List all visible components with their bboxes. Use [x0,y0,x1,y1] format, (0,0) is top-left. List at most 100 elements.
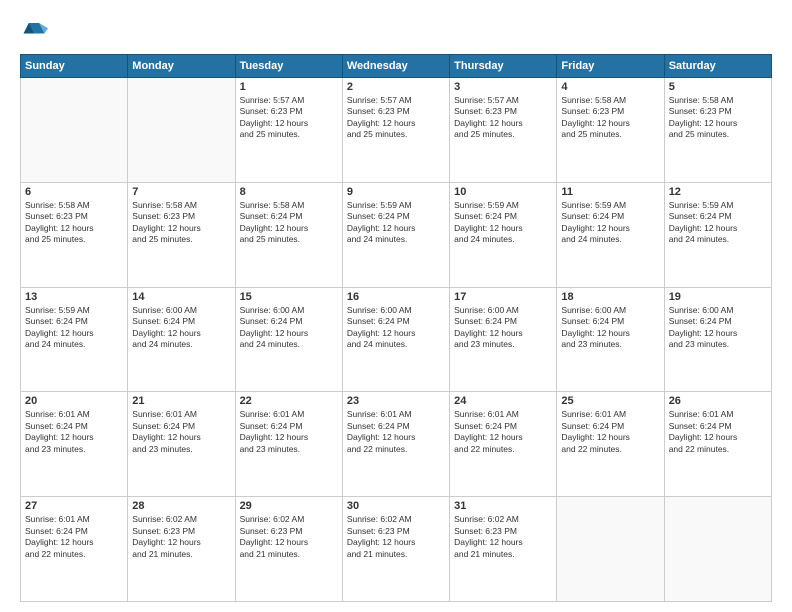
calendar-cell [557,497,664,602]
day-info: Sunrise: 6:00 AM Sunset: 6:24 PM Dayligh… [240,305,338,351]
day-info: Sunrise: 6:02 AM Sunset: 6:23 PM Dayligh… [454,514,552,560]
calendar-cell: 23 Sunrise: 6:01 AM Sunset: 6:24 PM Dayli… [342,392,449,497]
day-info: Sunrise: 6:00 AM Sunset: 6:24 PM Dayligh… [132,305,230,351]
calendar-cell: 18Sunrise: 6:00 AM Sunset: 6:24 PM Dayli… [557,287,664,392]
day-info: Sunrise: 6:01 AM Sunset: 6:24 PM Dayligh… [25,514,123,560]
day-number: 24 [454,395,552,407]
day-info: Sunrise: 6:00 AM Sunset: 6:24 PM Dayligh… [561,305,659,351]
calendar-cell: 1 Sunrise: 5:57 AM Sunset: 6:23 PM Daylig… [235,78,342,183]
weekday-header: Sunday [21,55,128,78]
day-number: 10 [454,186,552,198]
day-number: 4 [561,81,659,93]
logo-icon [20,16,48,44]
day-info: Sunrise: 6:00 AM Sunset: 6:24 PM Dayligh… [454,305,552,351]
day-number: 30 [347,500,445,512]
day-number: 29 [240,500,338,512]
day-number: 22 [240,395,338,407]
day-number: 8 [240,186,338,198]
day-info: Sunrise: 6:02 AM Sunset: 6:23 PM Dayligh… [240,514,338,560]
logo [20,16,52,44]
calendar-cell: 22 Sunrise: 6:01 AM Sunset: 6:24 PM Dayli… [235,392,342,497]
weekday-header: Thursday [450,55,557,78]
day-info: Sunrise: 6:01 AM Sunset: 6:24 PM Dayligh… [132,409,230,455]
day-number: 7 [132,186,230,198]
day-number: 31 [454,500,552,512]
day-number: 16 [347,291,445,303]
day-info: Sunrise: 6:01 AM Sunset: 6:24 PM Dayligh… [347,409,445,455]
day-info: Sunrise: 6:02 AM Sunset: 6:23 PM Dayligh… [347,514,445,560]
calendar-cell: 24 Sunrise: 6:01 AM Sunset: 6:24 PM Dayli… [450,392,557,497]
day-info: Sunrise: 5:58 AM Sunset: 6:23 PM Dayligh… [132,200,230,246]
calendar-cell: 2Sunrise: 5:57 AM Sunset: 6:23 PM Daylig… [342,78,449,183]
calendar-cell: 31 Sunrise: 6:02 AM Sunset: 6:23 PM Dayli… [450,497,557,602]
calendar-week-row: 20 Sunrise: 6:01 AM Sunset: 6:24 PM Dayli… [21,392,772,497]
day-info: Sunrise: 5:57 AM Sunset: 6:23 PM Dayligh… [240,95,338,141]
day-number: 2 [347,81,445,93]
calendar-cell: 21Sunrise: 6:01 AM Sunset: 6:24 PM Dayli… [128,392,235,497]
calendar-cell: 6 Sunrise: 5:58 AM Sunset: 6:23 PM Daylig… [21,182,128,287]
day-info: Sunrise: 6:01 AM Sunset: 6:24 PM Dayligh… [561,409,659,455]
weekday-header: Saturday [664,55,771,78]
calendar-cell: 9 Sunrise: 5:59 AM Sunset: 6:24 PM Daylig… [342,182,449,287]
day-info: Sunrise: 5:57 AM Sunset: 6:23 PM Dayligh… [454,95,552,141]
day-info: Sunrise: 6:00 AM Sunset: 6:24 PM Dayligh… [347,305,445,351]
calendar-week-row: 27 Sunrise: 6:01 AM Sunset: 6:24 PM Dayli… [21,497,772,602]
calendar-cell: 27 Sunrise: 6:01 AM Sunset: 6:24 PM Dayli… [21,497,128,602]
day-number: 15 [240,291,338,303]
calendar-table: SundayMondayTuesdayWednesdayThursdayFrid… [20,54,772,602]
day-info: Sunrise: 5:59 AM Sunset: 6:24 PM Dayligh… [561,200,659,246]
day-number: 13 [25,291,123,303]
calendar-cell: 11 Sunrise: 5:59 AM Sunset: 6:24 PM Dayli… [557,182,664,287]
calendar-cell: 16 Sunrise: 6:00 AM Sunset: 6:24 PM Dayli… [342,287,449,392]
day-info: Sunrise: 5:58 AM Sunset: 6:23 PM Dayligh… [561,95,659,141]
day-number: 5 [669,81,767,93]
weekday-header: Friday [557,55,664,78]
calendar-cell: 12Sunrise: 5:59 AM Sunset: 6:24 PM Dayli… [664,182,771,287]
day-info: Sunrise: 5:58 AM Sunset: 6:23 PM Dayligh… [25,200,123,246]
calendar-week-row: 6 Sunrise: 5:58 AM Sunset: 6:23 PM Daylig… [21,182,772,287]
day-number: 20 [25,395,123,407]
day-info: Sunrise: 6:01 AM Sunset: 6:24 PM Dayligh… [240,409,338,455]
day-info: Sunrise: 5:59 AM Sunset: 6:24 PM Dayligh… [669,200,767,246]
calendar-cell: 25Sunrise: 6:01 AM Sunset: 6:24 PM Dayli… [557,392,664,497]
day-number: 3 [454,81,552,93]
calendar-header-row: SundayMondayTuesdayWednesdayThursdayFrid… [21,55,772,78]
calendar-week-row: 1 Sunrise: 5:57 AM Sunset: 6:23 PM Daylig… [21,78,772,183]
day-number: 23 [347,395,445,407]
day-number: 26 [669,395,767,407]
day-info: Sunrise: 6:02 AM Sunset: 6:23 PM Dayligh… [132,514,230,560]
page-header [20,16,772,44]
calendar-cell: 28 Sunrise: 6:02 AM Sunset: 6:23 PM Dayli… [128,497,235,602]
calendar-cell: 5 Sunrise: 5:58 AM Sunset: 6:23 PM Daylig… [664,78,771,183]
day-info: Sunrise: 6:01 AM Sunset: 6:24 PM Dayligh… [454,409,552,455]
calendar-cell: 4 Sunrise: 5:58 AM Sunset: 6:23 PM Daylig… [557,78,664,183]
day-number: 9 [347,186,445,198]
day-info: Sunrise: 5:58 AM Sunset: 6:24 PM Dayligh… [240,200,338,246]
day-info: Sunrise: 5:59 AM Sunset: 6:24 PM Dayligh… [347,200,445,246]
day-number: 6 [25,186,123,198]
calendar-week-row: 13 Sunrise: 5:59 AM Sunset: 6:24 PM Dayli… [21,287,772,392]
calendar-cell: 26 Sunrise: 6:01 AM Sunset: 6:24 PM Dayli… [664,392,771,497]
calendar-cell: 30 Sunrise: 6:02 AM Sunset: 6:23 PM Dayli… [342,497,449,602]
weekday-header: Monday [128,55,235,78]
calendar-cell [664,497,771,602]
day-info: Sunrise: 6:01 AM Sunset: 6:24 PM Dayligh… [25,409,123,455]
day-info: Sunrise: 6:01 AM Sunset: 6:24 PM Dayligh… [669,409,767,455]
weekday-header: Tuesday [235,55,342,78]
day-number: 1 [240,81,338,93]
calendar-cell: 10Sunrise: 5:59 AM Sunset: 6:24 PM Dayli… [450,182,557,287]
day-number: 19 [669,291,767,303]
day-info: Sunrise: 5:58 AM Sunset: 6:23 PM Dayligh… [669,95,767,141]
calendar-cell [21,78,128,183]
day-number: 11 [561,186,659,198]
calendar-cell: 20 Sunrise: 6:01 AM Sunset: 6:24 PM Dayli… [21,392,128,497]
calendar-cell: 14Sunrise: 6:00 AM Sunset: 6:24 PM Dayli… [128,287,235,392]
calendar-cell: 7 Sunrise: 5:58 AM Sunset: 6:23 PM Daylig… [128,182,235,287]
day-info: Sunrise: 5:59 AM Sunset: 6:24 PM Dayligh… [25,305,123,351]
calendar-cell: 17 Sunrise: 6:00 AM Sunset: 6:24 PM Dayli… [450,287,557,392]
day-number: 27 [25,500,123,512]
day-number: 17 [454,291,552,303]
calendar-cell: 13 Sunrise: 5:59 AM Sunset: 6:24 PM Dayli… [21,287,128,392]
day-number: 28 [132,500,230,512]
calendar-cell [128,78,235,183]
